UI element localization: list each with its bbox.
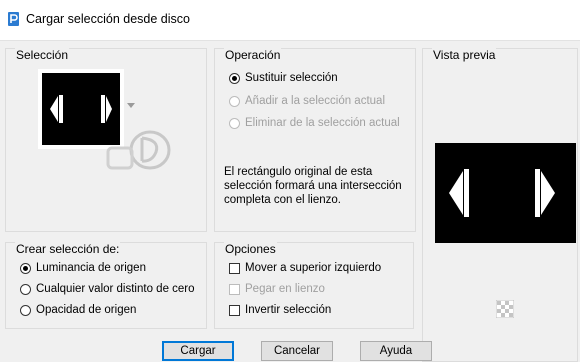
title-bar[interactable]: Cargar selección desde disco — [0, 0, 580, 41]
dropdown-arrow-icon[interactable] — [127, 103, 135, 109]
checkbox-box[interactable] — [229, 283, 240, 295]
radio-circle[interactable] — [229, 72, 240, 84]
checkbox-label: Pegar en lienzo — [245, 283, 325, 295]
paintshop-app-icon — [8, 12, 19, 26]
load-button[interactable]: Cargar — [162, 341, 234, 361]
radio-opacidad[interactable]: Opacidad de origen — [20, 304, 136, 316]
radio-circle[interactable] — [20, 262, 31, 274]
radio-circle[interactable] — [229, 117, 240, 129]
radio-label: Opacidad de origen — [36, 304, 137, 316]
opciones-group-title: Opciones — [224, 242, 277, 256]
watermark-logo — [106, 130, 171, 170]
window-title: Cargar selección desde disco — [26, 12, 190, 26]
transparency-checker-icon[interactable] — [496, 300, 514, 318]
checkbox-invertir[interactable]: Invertir selección — [229, 304, 331, 316]
radio-label: Sustituir selección — [245, 72, 338, 84]
radio-luminancia[interactable]: Luminancia de origen — [20, 262, 146, 274]
help-button[interactable]: Ayuda — [360, 341, 432, 361]
radio-circle[interactable] — [20, 304, 31, 316]
radio-label: Cualquier valor distinto de cero — [36, 283, 195, 295]
checkbox-label: Mover a superior izquierdo — [245, 262, 382, 274]
checkbox-box[interactable] — [229, 304, 240, 316]
preview-image — [435, 143, 576, 243]
preview-image-graphic — [435, 143, 576, 243]
radio-label: Luminancia de origen — [36, 262, 146, 274]
radio-circle[interactable] — [20, 283, 31, 295]
vista-previa-group-title: Vista previa — [432, 48, 497, 62]
operacion-group-title: Operación — [224, 48, 282, 62]
radio-anadir[interactable]: Añadir a la selección actual — [229, 95, 385, 107]
radio-cualquier-valor[interactable]: Cualquier valor distinto de cero — [20, 283, 195, 295]
dialog-window: Cargar selección desde disco Selección O… — [0, 0, 580, 362]
checkbox-mover[interactable]: Mover a superior izquierdo — [229, 262, 381, 274]
seleccion-group-title: Selección — [15, 48, 70, 62]
radio-circle[interactable] — [229, 95, 240, 107]
radio-sustituir[interactable]: Sustituir selección — [229, 72, 338, 84]
checkbox-label: Invertir selección — [245, 304, 332, 316]
crear-seleccion-group-title: Crear selección de: — [15, 242, 121, 256]
checkbox-box[interactable] — [229, 262, 240, 274]
radio-label: Añadir a la selección actual — [245, 95, 385, 107]
operation-description: El rectángulo original de esta selección… — [224, 166, 402, 206]
checkbox-pegar[interactable]: Pegar en lienzo — [229, 283, 325, 295]
cancel-button[interactable]: Cancelar — [261, 341, 333, 361]
radio-label: Eliminar de la selección actual — [245, 117, 400, 129]
radio-eliminar[interactable]: Eliminar de la selección actual — [229, 117, 400, 129]
